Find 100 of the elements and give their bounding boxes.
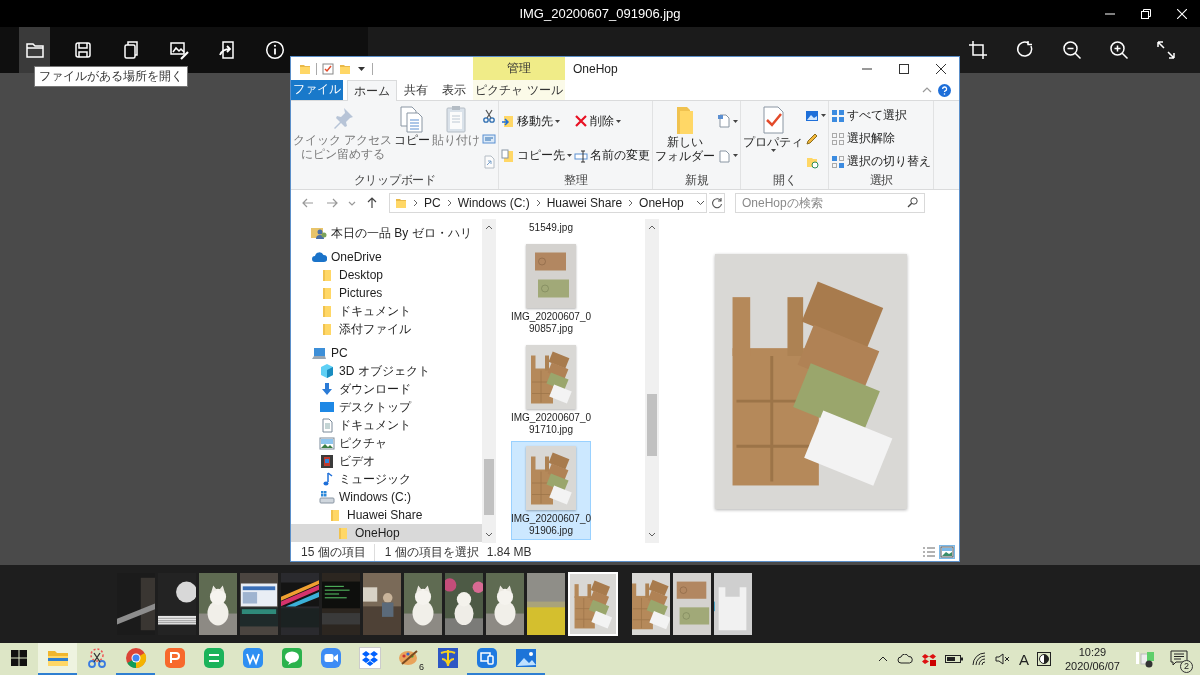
file-tile[interactable]: 51549.jpg: [511, 219, 591, 237]
tree-item[interactable]: PC: [291, 344, 482, 362]
thumbnail-button[interactable]: [240, 573, 278, 635]
badge-count: 2: [1180, 659, 1193, 673]
tree-item[interactable]: ドキュメント: [291, 416, 482, 434]
thumbnail-button[interactable]: [486, 573, 524, 635]
half-circle-icon[interactable]: [1036, 652, 1051, 666]
four-squares-icon: [9, 648, 29, 668]
ribbon-button[interactable]: 選択の切り替え: [831, 152, 932, 171]
ribbon-button[interactable]: プロパティ: [743, 104, 804, 153]
ribbon-button[interactable]: コピー先: [501, 146, 573, 166]
thumbnail-button[interactable]: [322, 573, 360, 635]
toolbar-button[interactable]: [19, 27, 50, 73]
ribbon-button[interactable]: [717, 113, 739, 130]
tree-item[interactable]: ピクチャ: [291, 434, 482, 452]
ribbon-button[interactable]: コピー: [394, 104, 431, 148]
thumbnail-button[interactable]: [445, 573, 483, 635]
thumbnail-button[interactable]: [363, 573, 401, 635]
box-icon[interactable]: [921, 652, 936, 666]
refresh-button[interactable]: [709, 193, 725, 213]
tree-item[interactable]: OneDrive: [291, 248, 482, 266]
image-edit-icon: [168, 40, 189, 60]
chevron-up-icon[interactable]: [922, 87, 932, 93]
chevron-right-icon: [535, 199, 541, 207]
cloud-icon[interactable]: [896, 654, 913, 664]
thumbnail-button[interactable]: [673, 573, 711, 635]
ribbon-button[interactable]: 選択解除: [831, 129, 932, 148]
tree-item[interactable]: Pictures: [291, 284, 482, 302]
scrollbar[interactable]: [482, 219, 496, 543]
breadcrumb[interactable]: PC: [424, 196, 441, 210]
ribbon-button[interactable]: すべて選択: [831, 106, 932, 125]
ribbon-button[interactable]: 名前の変更: [574, 146, 651, 166]
refresh-icon: [710, 197, 723, 209]
scroll-down-icon: [648, 532, 656, 537]
new-item-icon: [717, 114, 732, 129]
file-tile[interactable]: IMG_20200607_0 91906.jpg: [511, 440, 591, 540]
thumbnail-button[interactable]: [199, 573, 237, 635]
grid-icon: [831, 108, 846, 123]
tree-item[interactable]: 3D オブジェクト: [291, 362, 482, 380]
notification-button[interactable]: 2: [1164, 645, 1194, 673]
file-tile[interactable]: IMG_20200607_0 90857.jpg: [511, 238, 591, 338]
scroll-up-icon: [648, 225, 656, 230]
breadcrumb[interactable]: Huawei Share: [546, 196, 623, 210]
thumbnail-button[interactable]: [281, 573, 319, 635]
tree-item[interactable]: Windows (C:): [291, 488, 482, 506]
chevron-down-icon[interactable]: [695, 200, 705, 206]
scrollbar-thumb[interactable]: [484, 459, 494, 515]
phone-screen-icon: [475, 647, 498, 669]
thumbnail-button[interactable]: [714, 573, 752, 635]
photo-icon: [514, 647, 537, 669]
window-title: IMG_20200607_091906.jpg: [519, 6, 681, 21]
taskbar-button[interactable]: 6: [389, 643, 428, 675]
badge-count: 6: [419, 662, 424, 672]
tree-item[interactable]: ドキュメント: [291, 302, 482, 320]
caret-icon[interactable]: [358, 66, 365, 71]
folder-icon: [24, 41, 45, 59]
file-tile[interactable]: IMG_20200607_0 91710.jpg: [511, 339, 591, 439]
checklist-icon[interactable]: [322, 62, 334, 75]
thumbnail-button[interactable]: [632, 573, 670, 635]
tree-item[interactable]: Desktop: [291, 266, 482, 284]
tree-item[interactable]: デスクトップ: [291, 398, 482, 416]
help-icon[interactable]: [938, 83, 951, 97]
tree-item[interactable]: 添付ファイル: [291, 320, 482, 338]
search-field[interactable]: OneHopの検索: [735, 193, 925, 213]
group-label: 新規: [684, 173, 710, 187]
tree-item[interactable]: ビデオ: [291, 452, 482, 470]
film-icon: [319, 453, 335, 469]
ribbon-button[interactable]: [482, 107, 497, 124]
ribbon-button[interactable]: 新しい フォルダー: [655, 104, 716, 164]
image-icon: [319, 436, 335, 450]
chevron-right-icon: [446, 199, 452, 207]
breadcrumb[interactable]: Windows (C:): [457, 196, 530, 210]
input-mode-indicator[interactable]: A: [1018, 650, 1029, 668]
ribbon-tab[interactable]: ファイル: [291, 80, 343, 100]
ribbon-button[interactable]: 移動先: [501, 111, 573, 131]
thumbnail-button[interactable]: [527, 573, 565, 635]
scrollbar[interactable]: [645, 219, 659, 543]
tree-item[interactable]: 本日の一品 By ゼロ・ハリ: [291, 224, 482, 242]
save-icon: [72, 40, 93, 60]
ribbon-tab[interactable]: ホーム: [347, 80, 397, 101]
ribbon-button[interactable]: [717, 147, 739, 164]
tree-item[interactable]: ミュージック: [291, 470, 482, 488]
copy-folder-icon: [501, 148, 516, 163]
tree-item[interactable]: Huawei Share: [291, 506, 482, 524]
tree-item[interactable]: OneHop: [291, 524, 482, 542]
breadcrumb[interactable]: OneHop: [639, 196, 684, 210]
address-bar[interactable]: PC Windows (C:) Huawei Share OneHop: [389, 193, 707, 213]
muted-speaker-icon[interactable]: [994, 653, 1011, 665]
battery-icon[interactable]: [944, 654, 963, 664]
tree-item[interactable]: ダウンロード: [291, 380, 482, 398]
ribbon-button[interactable]: 削除: [574, 111, 651, 131]
scrollbar-thumb[interactable]: [647, 394, 657, 456]
caret-up-icon[interactable]: [877, 656, 888, 662]
thumbnail-button[interactable]: [568, 572, 618, 636]
ribbon-tab[interactable]: ピクチャ ツール: [473, 80, 565, 100]
app-tile-icon[interactable]: [1134, 650, 1156, 668]
wifi-icon[interactable]: [971, 652, 986, 666]
chevron-right-icon: [628, 199, 634, 207]
view-button[interactable]: [939, 545, 955, 559]
thumbnail-button[interactable]: [404, 573, 442, 635]
